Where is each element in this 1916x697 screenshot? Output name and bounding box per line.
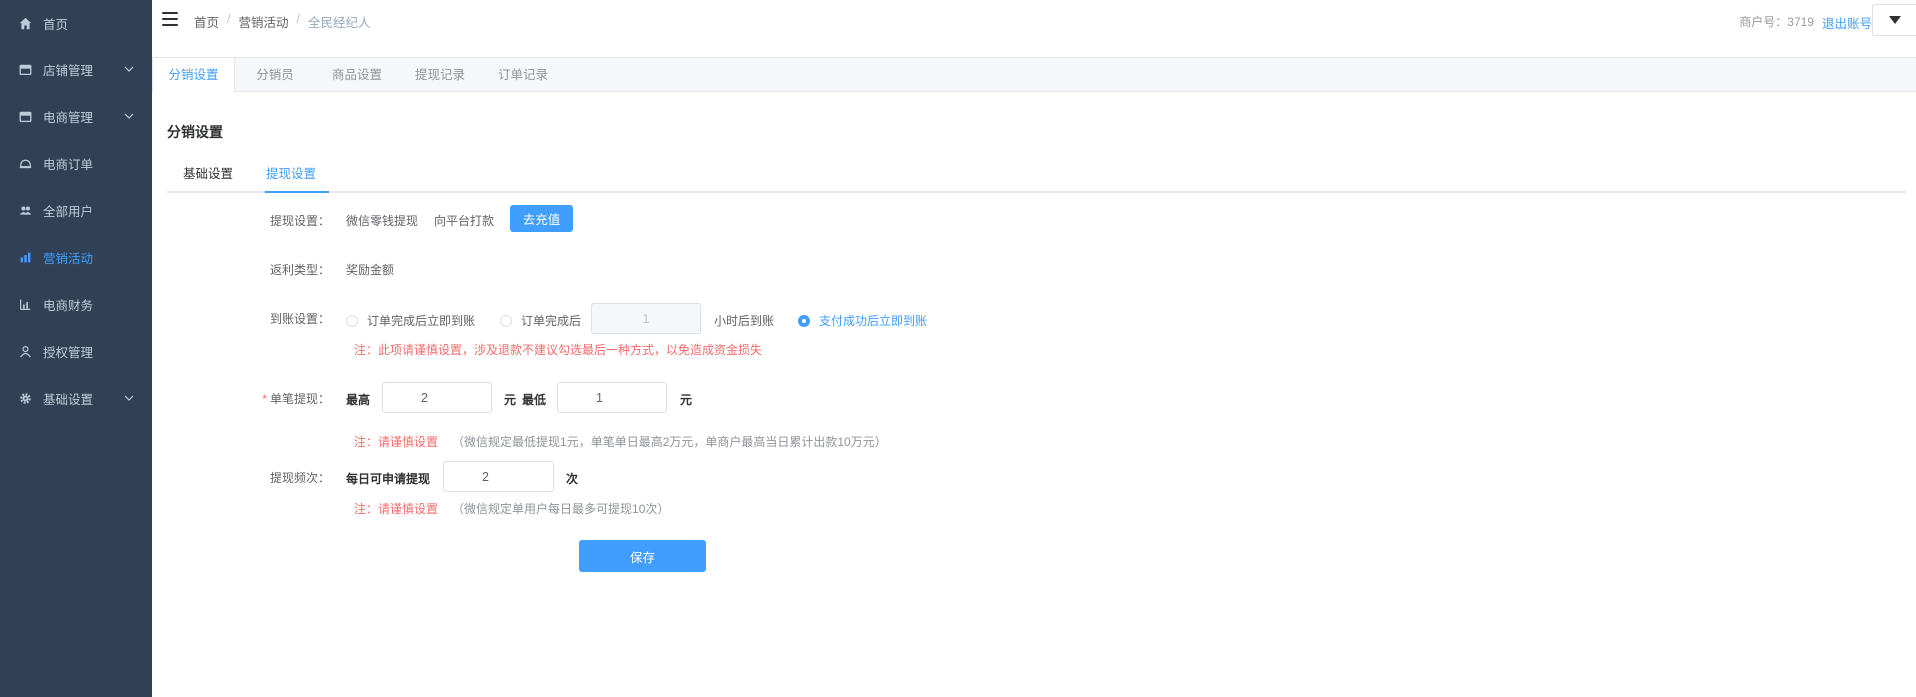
tab-distributors[interactable]: 分销员 [235, 58, 315, 92]
chart-icon [18, 298, 32, 312]
caret-down-icon [1888, 16, 1901, 24]
single-withdraw-label-text: 单笔提现： [269, 392, 330, 406]
max-label: 最高 [346, 393, 371, 407]
withdraw-option-wechat: 微信零钱提现 [346, 214, 419, 228]
arrival-note-text: 注：此项请谨慎设置，涉及退款不建议勾选最后一种方式，以免造成资金损失 [354, 343, 763, 357]
sidebar-item-home[interactable]: 首页 [0, 0, 152, 47]
sidebar: 首页 店铺管理 电商管理 电商订单 全部用户 营销活动 电商财务 授权管理 基础… [0, 0, 152, 697]
sidebar-item-label: 电商订单 [43, 158, 94, 172]
sidebar-item-label: 首页 [43, 18, 69, 32]
sidebar-item-label: 授权管理 [43, 346, 94, 360]
bar-chart-icon [18, 251, 32, 265]
radio-circle [798, 314, 810, 327]
page-title: 分销设置 [167, 124, 223, 140]
top-navbar: 首页 / 营销活动 / 全民经纪人 商户号：3719 退出账号 [152, 0, 1916, 58]
arrival-warning-note: 注：此项请谨慎设置，涉及退款不建议勾选最后一种方式，以免造成资金损失 [354, 341, 762, 358]
radio-label: 支付成功后立即到账 [819, 314, 928, 328]
breadcrumb-marketing[interactable]: 营销活动 [239, 12, 289, 31]
sidebar-item-auth[interactable]: 授权管理 [0, 328, 152, 375]
gear-icon [18, 392, 32, 406]
frequency-prefix: 每日可申请提现 [346, 472, 431, 486]
tab-distribution-settings[interactable]: 分销设置 [152, 58, 235, 93]
min-amount-input[interactable] [557, 382, 667, 413]
sidebar-item-ecommerce[interactable]: 电商管理 [0, 93, 152, 140]
single-withdraw-note: 注：请谨慎设置 （微信规定最低提现1元，单笔单日最高2万元，单商户最高当日累计出款… [354, 433, 887, 450]
sidebar-item-label: 电商管理 [43, 111, 94, 125]
chevron-down-icon [124, 395, 134, 401]
radio-arrive-on-complete[interactable]: 订单完成后立即到账 [346, 312, 475, 329]
arrival-setting-label: 到账设置： [269, 312, 330, 326]
min-label: 最低 [522, 393, 547, 407]
sidebar-item-orders[interactable]: 电商订单 [0, 140, 152, 187]
breadcrumb-separator: / [296, 12, 300, 26]
tab-product-settings[interactable]: 商品设置 [315, 58, 399, 92]
recharge-button[interactable]: 去充值 [510, 205, 573, 232]
arrival-hours-suffix: 小时后到账 [714, 314, 775, 328]
sidebar-item-label: 全部用户 [43, 205, 94, 219]
sidebar-item-label: 电商财务 [43, 299, 94, 313]
sidebar-item-store[interactable]: 店铺管理 [0, 46, 152, 93]
tab-order-records[interactable]: 订单记录 [481, 58, 565, 92]
merchant-id: 商户号：3719 [1739, 15, 1814, 29]
hamburger-icon[interactable] [162, 12, 178, 26]
chevron-down-icon [124, 113, 134, 119]
cloche-icon [18, 157, 32, 171]
required-mark: * [262, 392, 267, 406]
rebate-type-label: 返利类型： [269, 263, 330, 277]
sidebar-item-marketing[interactable]: 营销活动 [0, 234, 152, 281]
note-warning: 注：请谨慎设置 [354, 435, 439, 449]
radio-arrive-on-payment[interactable]: 支付成功后立即到账 [798, 312, 927, 329]
sidebar-item-finance[interactable]: 电商财务 [0, 281, 152, 328]
breadcrumb: 首页 / 营销活动 / 全民经纪人 [194, 12, 371, 31]
single-withdraw-label: * 单笔提现： [230, 390, 330, 407]
breadcrumb-home[interactable]: 首页 [194, 12, 219, 31]
withdraw-option-platform: 向平台打款 [434, 214, 495, 228]
note-detail: （微信规定最低提现1元，单笔单日最高2万元，单商户最高当日累计出款10万元） [452, 435, 887, 449]
note-warning: 注：请谨慎设置 [354, 502, 439, 516]
radio-label: 订单完成后 [521, 314, 582, 328]
sub-tabs: 基础设置 提现设置 [167, 164, 1906, 193]
shop-icon [18, 110, 32, 124]
breadcrumb-separator: / [227, 12, 231, 26]
radio-circle [500, 314, 512, 327]
save-button[interactable]: 保存 [579, 540, 706, 572]
radio-circle [346, 314, 358, 327]
subtab-basic-settings[interactable]: 基础设置 [183, 164, 233, 193]
radio-arrive-after-hours[interactable]: 订单完成后 [500, 312, 581, 329]
active-tab-indicator [265, 191, 329, 193]
max-amount-input[interactable] [382, 382, 492, 413]
frequency-input[interactable] [443, 461, 554, 492]
radio-label: 订单完成后立即到账 [367, 314, 476, 328]
arrival-hours-input [591, 303, 701, 334]
sidebar-item-users[interactable]: 全部用户 [0, 187, 152, 234]
withdraw-frequency-label: 提现频次： [269, 471, 330, 485]
sidebar-item-settings[interactable]: 基础设置 [0, 375, 152, 422]
sidebar-item-label: 营销活动 [43, 252, 94, 266]
rebate-type-value: 奖励金额 [346, 263, 395, 277]
main-tabs: 分销设置 分销员 商品设置 提现记录 订单记录 [152, 58, 1916, 93]
withdraw-setting-label: 提现设置： [269, 214, 330, 228]
logout-link[interactable]: 退出账号 [1822, 13, 1872, 32]
chevron-down-icon [124, 66, 134, 72]
frequency-suffix: 次 [566, 472, 579, 486]
breadcrumb-current: 全民经纪人 [308, 16, 371, 30]
sidebar-item-label: 基础设置 [43, 393, 94, 407]
tab-withdraw-records[interactable]: 提现记录 [399, 58, 481, 92]
user-dropdown[interactable] [1872, 4, 1916, 36]
unit-yuan: 元 [680, 393, 693, 407]
users-icon [18, 204, 32, 218]
sidebar-item-label: 店铺管理 [43, 64, 94, 78]
subtab-withdraw-settings[interactable]: 提现设置 [266, 164, 316, 193]
unit-yuan: 元 [504, 393, 517, 407]
store-icon [18, 63, 32, 77]
note-detail: （微信规定单用户每日最多可提现10次） [452, 502, 670, 516]
home-icon [18, 17, 32, 31]
frequency-note: 注：请谨慎设置 （微信规定单用户每日最多可提现10次） [354, 500, 669, 517]
user-icon [18, 345, 32, 359]
